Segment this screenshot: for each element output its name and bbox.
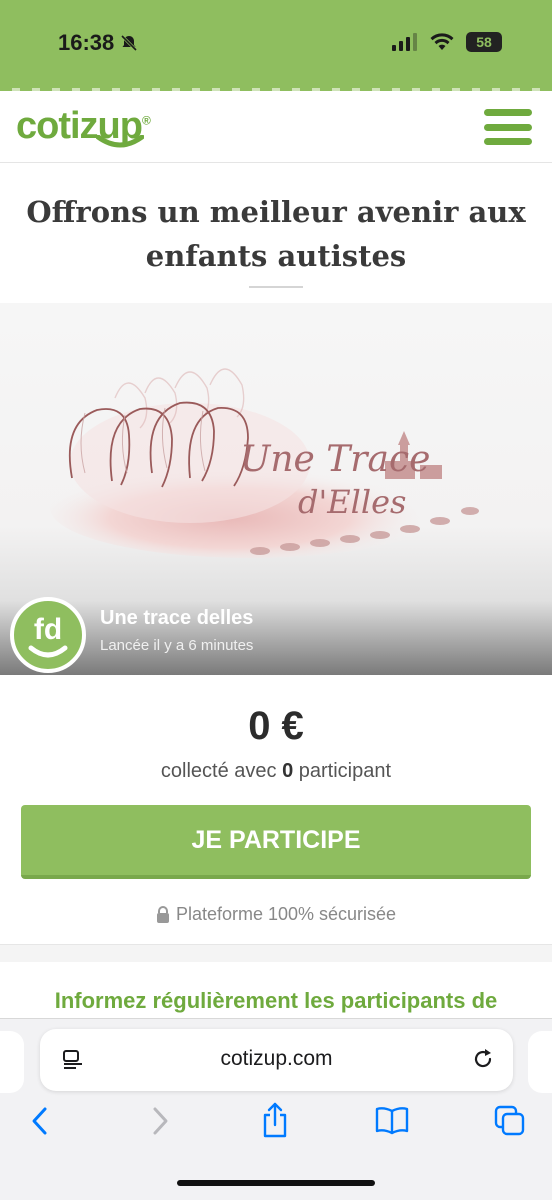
share-icon[interactable] [260,1101,290,1139]
participate-button[interactable]: JE PARTICIPE [21,805,531,879]
avatar-smile-icon [28,645,68,658]
clock: 16:38 [58,30,115,55]
collected-suffix: participant [293,760,392,782]
title-divider [249,286,303,288]
reload-icon[interactable] [471,1047,495,1071]
status-bar: 16:38 58 [0,0,552,90]
secure-label: Plateforme 100% sécurisée [175,904,397,924]
wifi-icon [430,33,454,50]
signal-icon [392,33,417,51]
browser-toolbar [0,1102,552,1145]
bookmarks-icon[interactable] [374,1105,410,1135]
section-separator [0,944,552,962]
page-title: Offrons un meilleur avenir aux enfants a… [26,195,526,273]
info-headline: Informez régulièrement les participants … [54,988,498,1013]
launch-time: Lancée il y a 6 minutes [100,637,254,654]
lock-icon [156,906,169,923]
logo-registered-mark: ® [141,113,151,128]
address-bar[interactable]: cotizup.com [40,1029,513,1091]
next-tab-peek[interactable] [528,1031,552,1093]
logo-smile-icon [96,135,144,148]
campaign-artwork: Une Trace d'Elles [50,368,479,558]
avatar-initials: fd [33,613,63,646]
organizer-name[interactable]: Une trace delles [100,607,253,630]
collected-prefix: collecté avec [160,760,283,782]
battery-icon: 58 [466,32,502,52]
site-header: cotizup® [0,91,552,163]
home-indicator[interactable] [177,1180,375,1186]
url-text[interactable]: cotizup.com [40,1047,513,1071]
back-icon[interactable] [30,1105,50,1137]
bell-slash-icon [121,34,138,52]
secure-note: Plateforme 100% sécurisée [0,904,552,925]
browser-bottom-bar: cotizup.com [0,1018,552,1200]
collected-amount: 0 € [248,704,304,748]
menu-icon[interactable] [484,109,532,145]
previous-tab-peek[interactable] [0,1031,24,1093]
collected-summary: collecté avec 0 participant [0,760,552,783]
participant-count: 0 [282,760,294,782]
status-time: 16:38 [58,30,138,56]
artwork-title-line2: d'Elles [298,483,406,521]
organizer-avatar[interactable]: fd [10,597,86,673]
campaign-hero: Une Trace d'Elles fd Une trace delles La… [0,303,552,675]
forward-icon[interactable] [150,1105,170,1137]
tabs-icon[interactable] [494,1105,526,1137]
artwork-title-line1: Une Trace [240,439,430,480]
